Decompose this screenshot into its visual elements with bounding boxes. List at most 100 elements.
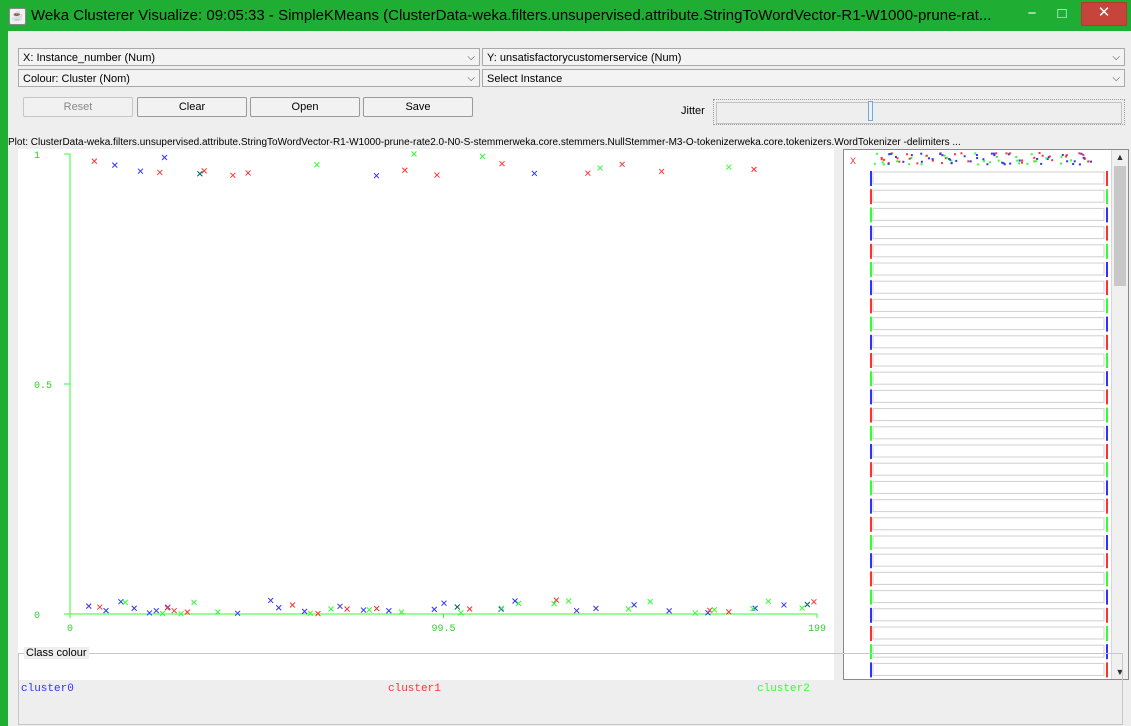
colour-select[interactable]: Colour: Cluster (Nom) ⌵: [18, 69, 480, 87]
data-point-cluster2: [366, 607, 373, 613]
attribute-row-left-bar: [870, 207, 872, 223]
summary-dot: [1048, 155, 1051, 158]
attribute-row-right-bar: [1106, 334, 1108, 350]
attribute-row: [872, 535, 1105, 549]
summary-dot: [941, 154, 944, 157]
attribute-row-left-bar: [870, 553, 872, 569]
attribute-row-left-bar: [870, 243, 872, 259]
data-point-cluster0: [373, 172, 380, 179]
summary-dot: [1036, 157, 1039, 160]
clear-button[interactable]: Clear: [137, 97, 247, 117]
attribute-row-left-bar: [870, 353, 872, 368]
attribute-row-left-bar: [870, 607, 872, 623]
summary-dot: [977, 163, 980, 166]
data-point-cluster0: [146, 610, 153, 616]
attribute-row-right-bar: [1106, 626, 1108, 641]
side-panel-label: X: [850, 157, 856, 168]
close-button[interactable]: ✕: [1081, 2, 1127, 26]
data-point-cluster0: [781, 602, 787, 608]
attribute-row-right-bar: [1106, 407, 1108, 423]
data-point-cluster2: [799, 605, 805, 611]
scatter-plot[interactable]: 1 0.5 0 0 99.5 199: [18, 149, 834, 680]
attribute-bars-canvas[interactable]: X: [844, 150, 1112, 679]
jitter-slider-thumb[interactable]: [868, 101, 873, 121]
side-panel-scrollbar[interactable]: ▲ ▼: [1111, 150, 1128, 679]
summary-dot: [1021, 159, 1024, 162]
summary-dot: [1087, 160, 1090, 163]
summary-dot: [1026, 162, 1029, 165]
title-bar[interactable]: ☕ Weka Clusterer Visualize: 09:05:33 - S…: [0, 0, 1131, 31]
minimize-button[interactable]: −: [1018, 4, 1046, 26]
jitter-slider[interactable]: [713, 99, 1125, 125]
attribute-row-right-bar: [1106, 207, 1108, 223]
attribute-row-left-bar: [870, 298, 872, 314]
y-tick-label: 1: [34, 151, 40, 162]
attribute-row: [872, 189, 1105, 203]
plot-title: Plot: ClusterData-weka.filters.unsupervi…: [8, 137, 961, 148]
summary-dot: [1001, 161, 1004, 164]
attribute-row-left-bar: [870, 407, 872, 423]
data-point-cluster0: [301, 608, 308, 615]
class-colour-title: Class colour: [24, 647, 89, 659]
summary-dot: [925, 154, 928, 157]
data-point-cluster0: [161, 154, 168, 161]
data-point-cluster0: [85, 603, 92, 610]
summary-dot: [1018, 159, 1021, 162]
attribute-row-right-bar: [1106, 535, 1108, 550]
attribute-row: [872, 408, 1105, 422]
attribute-row-right-bar: [1106, 371, 1108, 387]
attribute-row-left-bar: [870, 425, 872, 441]
legend-cluster0[interactable]: cluster0: [21, 683, 74, 695]
summary-dot: [1078, 163, 1081, 166]
summary-dot: [889, 152, 892, 155]
summary-dot: [902, 160, 905, 163]
data-point-cluster1: [584, 170, 591, 177]
attribute-row-left-bar: [870, 280, 872, 296]
summary-dot: [995, 155, 998, 158]
data-point-cluster2: [479, 153, 486, 160]
summary-dot: [882, 158, 885, 161]
summary-dot: [1064, 155, 1067, 158]
y-axis-select[interactable]: Y: unsatisfactorycustomerservice (Num) ⌵: [482, 48, 1125, 66]
summary-dot: [896, 157, 899, 160]
select-instance-select[interactable]: Select Instance ⌵: [482, 69, 1125, 87]
data-point-cluster2: [159, 610, 166, 617]
reset-button[interactable]: Reset: [23, 97, 133, 117]
attribute-panel[interactable]: X ▲ ▼: [843, 149, 1129, 680]
attribute-row: [872, 426, 1105, 440]
data-point-cluster0: [431, 606, 438, 613]
summary-dot: [1038, 152, 1041, 155]
legend-cluster1[interactable]: cluster1: [388, 683, 441, 695]
data-point-cluster1: [91, 158, 98, 165]
open-button[interactable]: Open: [250, 97, 360, 117]
save-button[interactable]: Save: [363, 97, 473, 117]
scrollbar-thumb[interactable]: [1114, 166, 1126, 286]
summary-dot: [920, 163, 923, 166]
attribute-row-left-bar: [870, 571, 872, 587]
chevron-down-icon: ⌵: [467, 52, 475, 63]
scroll-up-icon[interactable]: ▲: [1112, 150, 1128, 164]
summary-dot: [881, 161, 884, 164]
data-point-cluster2: [458, 609, 464, 616]
summary-dot: [873, 162, 876, 165]
attribute-row-right-bar: [1106, 189, 1108, 205]
summary-dot: [1009, 162, 1012, 165]
data-point-cluster0: [337, 603, 343, 610]
legend-cluster2[interactable]: cluster2: [757, 683, 810, 695]
scatter-plot-canvas[interactable]: 1 0.5 0 0 99.5 199: [18, 149, 834, 680]
summary-dot: [906, 153, 909, 156]
data-point-cluster1: [434, 172, 440, 178]
data-point-cluster2: [725, 164, 732, 171]
attribute-row-left-bar: [870, 262, 872, 277]
summary-dot: [948, 158, 951, 161]
summary-dot: [946, 156, 949, 159]
data-point-cluster0: [631, 602, 637, 608]
data-point-cluster1: [751, 166, 757, 173]
y-tick-label: 0: [34, 611, 40, 622]
data-point-cluster1: [156, 169, 163, 176]
attribute-row: [872, 244, 1105, 258]
summary-dot: [1008, 152, 1011, 155]
x-axis-select[interactable]: X: Instance_number (Num) ⌵: [18, 48, 480, 66]
summary-dot: [1078, 152, 1081, 155]
maximize-button[interactable]: □: [1048, 4, 1076, 26]
